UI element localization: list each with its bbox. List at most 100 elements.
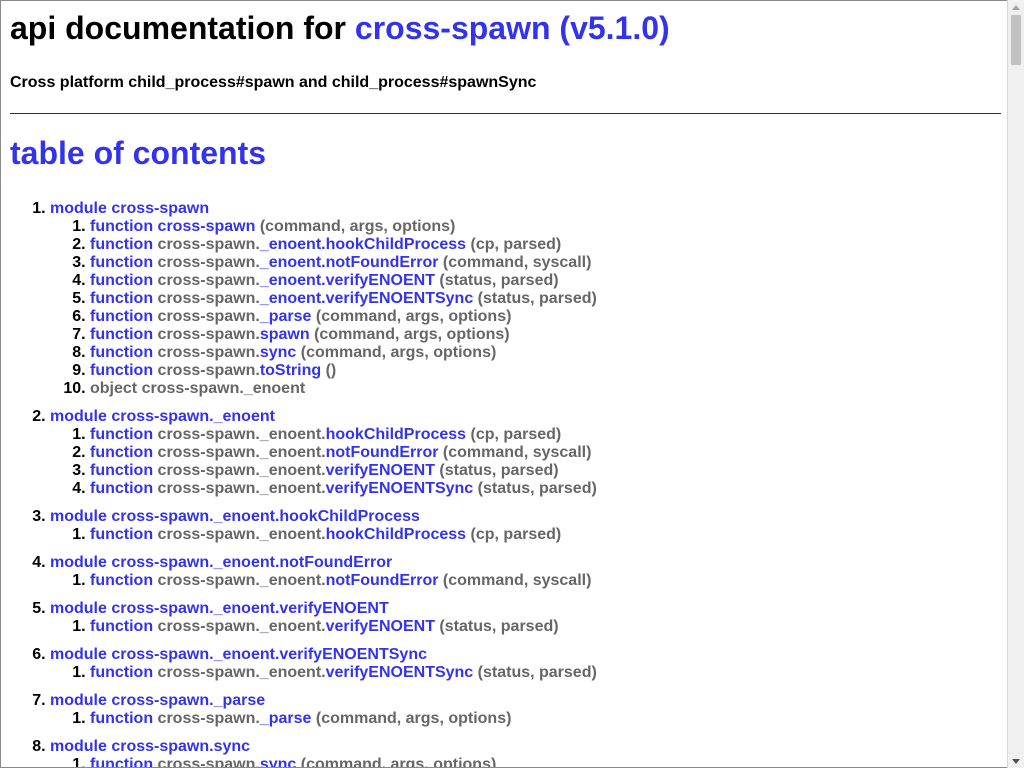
- function-name-link[interactable]: spawn: [260, 326, 310, 343]
- function-keyword[interactable]: function: [90, 326, 153, 343]
- function-list-item: function cross-spawn (command, args, opt…: [90, 218, 1001, 236]
- function-keyword[interactable]: function: [90, 618, 153, 635]
- package-link[interactable]: cross-spawn (v5.1.0): [355, 10, 670, 46]
- module-link[interactable]: module cross-spawn._enoent: [50, 408, 275, 425]
- function-keyword[interactable]: function: [90, 218, 153, 235]
- function-name-link[interactable]: verifyENOENT: [326, 462, 435, 479]
- function-list-item: function cross-spawn._enoent.verifyENOEN…: [90, 272, 1001, 290]
- function-keyword[interactable]: function: [90, 710, 153, 727]
- module-link[interactable]: module cross-spawn._enoent.hookChildProc…: [50, 508, 420, 525]
- function-namespace: cross-spawn._enoent.: [157, 444, 326, 461]
- function-signature: (): [325, 362, 337, 379]
- scrollbar-thumb[interactable]: [1011, 15, 1021, 65]
- toc-module-item: module cross-spawn._enoent.verifyENOENTS…: [50, 646, 1001, 682]
- function-signature: (status, parsed): [439, 462, 559, 479]
- toc-module-item: module cross-spawn._enoent.hookChildProc…: [50, 508, 1001, 544]
- function-keyword[interactable]: function: [90, 480, 153, 497]
- function-signature: (command, syscall): [442, 254, 592, 271]
- toc-module-item: module cross-spawn._parsefunction cross-…: [50, 692, 1001, 728]
- module-link[interactable]: module cross-spawn.sync: [50, 738, 250, 755]
- function-namespace: cross-spawn.: [157, 756, 260, 768]
- toc-module-item: module cross-spawn._enoent.verifyENOENTf…: [50, 600, 1001, 636]
- module-link[interactable]: module cross-spawn._enoent.verifyENOENT: [50, 600, 389, 617]
- function-namespace: cross-spawn._enoent.: [157, 462, 326, 479]
- function-name-link[interactable]: verifyENOENTSync: [326, 480, 474, 497]
- function-keyword[interactable]: function: [90, 290, 153, 307]
- object-label: object cross-spawn._enoent: [90, 380, 306, 397]
- function-keyword[interactable]: function: [90, 756, 153, 767]
- function-name-link[interactable]: _parse: [260, 308, 312, 325]
- function-namespace: cross-spawn._enoent.: [157, 618, 326, 635]
- toc-heading: table of contents: [10, 135, 267, 171]
- function-list-item: function cross-spawn.spawn (command, arg…: [90, 326, 1001, 344]
- function-name-link[interactable]: notFoundError: [326, 572, 439, 589]
- function-keyword[interactable]: function: [90, 362, 153, 379]
- function-name-link[interactable]: sync: [260, 756, 296, 767]
- function-namespace: cross-spawn._enoent.: [157, 572, 326, 589]
- function-keyword[interactable]: function: [90, 572, 153, 589]
- function-name-link[interactable]: _enoent.notFoundError: [260, 254, 439, 271]
- function-keyword[interactable]: function: [90, 526, 153, 543]
- toc-module-item: module cross-spawn._enoentfunction cross…: [50, 408, 1001, 498]
- header-divider: [10, 113, 1001, 114]
- function-name-link[interactable]: notFoundError: [326, 444, 439, 461]
- function-keyword[interactable]: function: [90, 272, 153, 289]
- function-signature: (status, parsed): [439, 618, 559, 635]
- function-keyword[interactable]: function: [90, 462, 153, 479]
- function-signature: (command, args, options): [300, 756, 497, 768]
- scroll-down-button[interactable]: [1008, 754, 1024, 768]
- function-namespace: cross-spawn._enoent.: [157, 426, 326, 443]
- function-namespace: cross-spawn._enoent.: [157, 480, 326, 497]
- function-keyword[interactable]: function: [90, 254, 153, 271]
- function-signature: (command, args, options): [300, 344, 497, 361]
- function-signature: (cp, parsed): [470, 426, 562, 443]
- toc-module-item: module cross-spawn.syncfunction cross-sp…: [50, 738, 1001, 768]
- function-list: function cross-spawn._enoent.verifyENOEN…: [50, 618, 1001, 636]
- triangle-up-icon: [1012, 4, 1020, 10]
- function-namespace: cross-spawn.: [157, 344, 260, 361]
- function-keyword[interactable]: function: [90, 308, 153, 325]
- triangle-down-icon: [1012, 758, 1020, 764]
- function-keyword[interactable]: function: [90, 344, 153, 361]
- function-name-link[interactable]: sync: [260, 344, 296, 361]
- function-namespace: cross-spawn.: [157, 710, 260, 727]
- function-name-link[interactable]: _enoent.verifyENOENT: [260, 272, 435, 289]
- scroll-up-button[interactable]: [1008, 0, 1024, 14]
- function-list: function cross-spawn._enoent.hookChildPr…: [50, 426, 1001, 498]
- function-name-link[interactable]: hookChildProcess: [326, 526, 466, 543]
- function-signature: (status, parsed): [477, 664, 597, 681]
- function-namespace: cross-spawn._enoent.: [157, 664, 326, 681]
- function-signature: (cp, parsed): [470, 526, 562, 543]
- function-namespace: cross-spawn.: [157, 254, 260, 271]
- function-name-link[interactable]: verifyENOENTSync: [326, 664, 474, 681]
- function-name-link[interactable]: toString: [260, 362, 321, 379]
- function-list: function cross-spawn._enoent.hookChildPr…: [50, 526, 1001, 544]
- function-name-link[interactable]: verifyENOENT: [326, 618, 435, 635]
- module-link[interactable]: module cross-spawn._enoent.verifyENOENTS…: [50, 646, 427, 663]
- function-name-link[interactable]: hookChildProcess: [326, 426, 466, 443]
- page-title-prefix: api documentation for: [10, 10, 355, 46]
- function-keyword[interactable]: function: [90, 664, 153, 681]
- function-signature: (command, syscall): [442, 572, 592, 589]
- function-name-link[interactable]: _parse: [260, 710, 312, 727]
- function-keyword[interactable]: function: [90, 444, 153, 461]
- module-link[interactable]: module cross-spawn._parse: [50, 692, 265, 709]
- function-keyword[interactable]: function: [90, 236, 153, 253]
- function-list-item: function cross-spawn._parse (command, ar…: [90, 710, 1001, 728]
- function-list-item: function cross-spawn.toString (): [90, 362, 1001, 380]
- function-name-link[interactable]: cross-spawn: [158, 218, 256, 235]
- module-link[interactable]: module cross-spawn._enoent.notFoundError: [50, 554, 392, 571]
- function-signature: (status, parsed): [477, 480, 597, 497]
- function-signature: (status, parsed): [477, 290, 597, 307]
- function-list-item: function cross-spawn._enoent.verifyENOEN…: [90, 480, 1001, 498]
- function-signature: (command, args, options): [314, 326, 510, 343]
- function-list: function cross-spawn (command, args, opt…: [50, 218, 1001, 398]
- function-list-item: function cross-spawn.sync (command, args…: [90, 756, 1001, 768]
- function-namespace: cross-spawn.: [157, 290, 260, 307]
- function-name-link[interactable]: _enoent.hookChildProcess: [260, 236, 466, 253]
- function-keyword[interactable]: function: [90, 426, 153, 443]
- vertical-scrollbar[interactable]: [1007, 0, 1024, 768]
- function-signature: (command, syscall): [442, 444, 592, 461]
- function-name-link[interactable]: _enoent.verifyENOENTSync: [260, 290, 473, 307]
- module-link[interactable]: module cross-spawn: [50, 200, 209, 217]
